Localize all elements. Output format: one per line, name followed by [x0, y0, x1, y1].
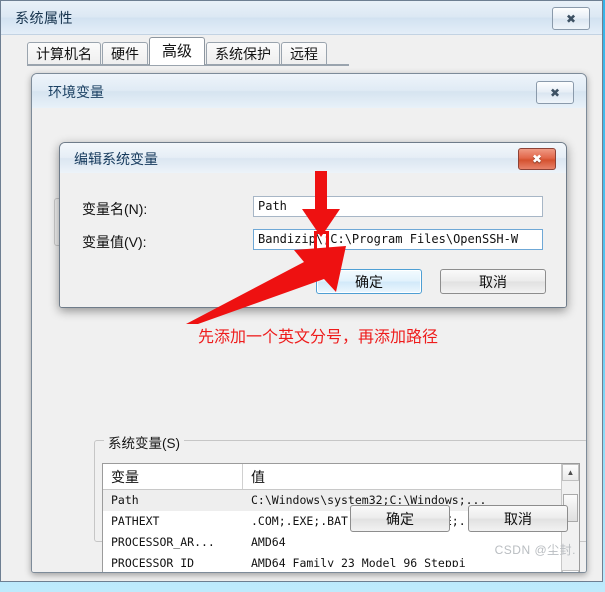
column-header-variable: 变量 [103, 464, 243, 489]
ok-button[interactable]: 确定 [316, 269, 422, 294]
column-header-value: 值 [251, 469, 265, 485]
page-title: 系统属性 [15, 10, 73, 26]
env-dialog-titlebar: 环境变量 ✖ [32, 74, 586, 109]
tab-system-protection[interactable]: 系统保护 [206, 42, 281, 65]
scroll-up-icon[interactable]: ▲ [562, 464, 579, 481]
table-header: 变量 值 [103, 464, 579, 490]
cell-variable: PATHEXT [111, 514, 160, 528]
annotation-text: 先添加一个英文分号，再添加路径 [198, 329, 439, 346]
cell-variable: PROCESSOR_ID [111, 556, 195, 567]
tab-hardware[interactable]: 硬件 [102, 42, 148, 65]
close-icon[interactable]: ✖ [552, 7, 590, 30]
variable-value-label: 变量值(V): [82, 234, 147, 250]
system-variables-label: 系统变量(S) [104, 432, 184, 452]
tab-computer-name[interactable]: 计算机名 [27, 42, 101, 65]
window-titlebar: 系统属性 ✖ [1, 1, 602, 35]
ok-button[interactable]: 确定 [350, 505, 450, 532]
semicolon-highlight-box [314, 231, 329, 258]
env-dialog-title: 环境变量 [48, 84, 104, 100]
tab-strip: 计算机名 硬件 高级 系统保护 远程 [27, 37, 328, 65]
edit-dialog-buttons: 确定 取消 [316, 269, 546, 294]
cell-variable: PROCESSOR_AR... [111, 535, 215, 549]
edit-dialog-titlebar: 编辑系统变量 ✖ [60, 143, 566, 174]
cancel-button[interactable]: 取消 [440, 269, 546, 294]
scroll-down-icon[interactable]: ▼ [562, 570, 579, 572]
edit-dialog-title: 编辑系统变量 [74, 151, 158, 167]
edit-dialog-body: 变量名(N): Path 变量值(V): Bandizip\;C:\Progra… [60, 173, 566, 307]
variable-value-input[interactable]: Bandizip\;C:\Program Files\OpenSSH-W [253, 229, 543, 250]
cell-variable: Path [111, 493, 139, 507]
tab-advanced[interactable]: 高级 [149, 37, 206, 65]
variable-name-label: 变量名(N): [82, 201, 148, 217]
env-dialog-footer: 确定 取消 [350, 505, 568, 532]
edit-system-variable-dialog: 编辑系统变量 ✖ 变量名(N): Path 变量值(V): Bandizip\;… [59, 142, 567, 308]
close-icon[interactable]: ✖ [536, 81, 574, 104]
system-properties-window: 系统属性 ✖ 计算机名 硬件 高级 系统保护 远程 环境变量 ✖ _00 的用户… [0, 0, 603, 582]
cancel-button[interactable]: 取消 [468, 505, 568, 532]
watermark: CSDN @尘封. [494, 543, 576, 557]
tab-remote[interactable]: 远程 [281, 42, 328, 65]
close-icon[interactable]: ✖ [518, 148, 556, 170]
variable-name-input[interactable]: Path [253, 196, 543, 217]
